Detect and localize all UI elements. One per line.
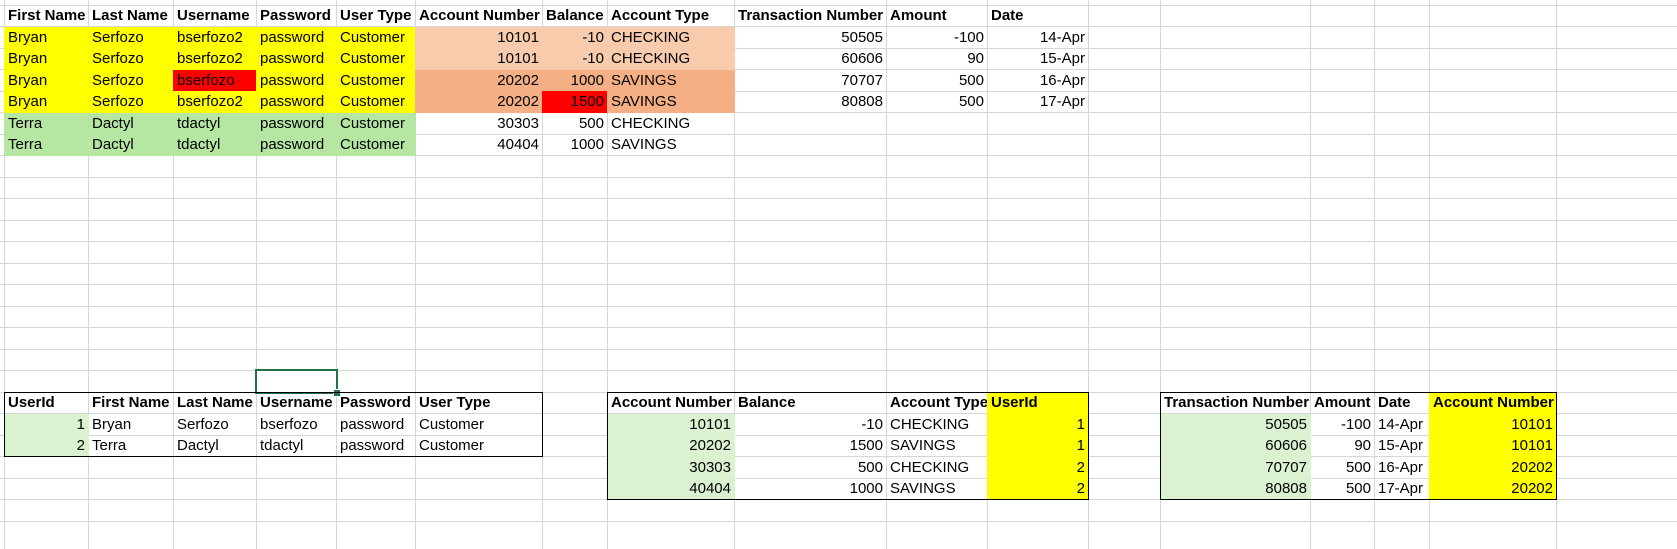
user-cell[interactable]: Serfozo <box>88 26 174 48</box>
users-table-border <box>4 391 543 457</box>
gridline-horizontal <box>0 370 1677 371</box>
account-cell[interactable]: SAVINGS <box>607 134 735 156</box>
gridline-horizontal <box>0 306 1677 307</box>
header-cell[interactable]: Date <box>987 5 1089 27</box>
selected-cell[interactable] <box>255 369 338 394</box>
header-cell[interactable]: Account Number <box>415 5 543 27</box>
user-cell[interactable]: password <box>256 26 337 48</box>
user-cell[interactable]: bserfozo2 <box>173 26 257 48</box>
transactions-table-border <box>1160 391 1557 500</box>
gridline-horizontal <box>0 263 1677 264</box>
user-cell[interactable]: Terra <box>4 134 89 156</box>
transaction-cell[interactable]: 80808 <box>734 91 887 113</box>
user-cell[interactable]: Bryan <box>4 48 89 70</box>
user-cell[interactable]: Customer <box>336 134 416 156</box>
user-cell[interactable]: Customer <box>336 48 416 70</box>
accounts-table-border <box>607 391 1089 500</box>
user-cell[interactable]: Customer <box>336 91 416 113</box>
header-cell[interactable]: Balance <box>542 5 608 27</box>
user-cell[interactable]: Bryan <box>4 69 89 91</box>
user-cell[interactable]: Terra <box>4 112 89 134</box>
account-cell[interactable]: 1000 <box>542 69 608 91</box>
account-cell[interactable]: -10 <box>542 26 608 48</box>
account-cell[interactable]: 20202 <box>415 91 543 113</box>
account-cell[interactable]: 20202 <box>415 69 543 91</box>
header-cell[interactable]: Password <box>256 5 337 27</box>
account-cell[interactable]: 10101 <box>415 48 543 70</box>
user-cell[interactable]: bserfozo2 <box>173 48 257 70</box>
user-cell[interactable]: password <box>256 134 337 156</box>
user-cell[interactable]: password <box>256 69 337 91</box>
user-cell[interactable]: password <box>256 48 337 70</box>
gridline-horizontal <box>0 284 1677 285</box>
transaction-cell[interactable]: 50505 <box>734 27 887 49</box>
header-cell[interactable]: Account Type <box>607 5 735 27</box>
transaction-cell[interactable]: 60606 <box>734 48 887 70</box>
gridline-horizontal <box>0 220 1677 221</box>
transaction-cell[interactable]: 70707 <box>734 70 887 92</box>
user-cell[interactable]: tdactyl <box>173 112 257 134</box>
header-cell[interactable]: Amount <box>886 5 988 27</box>
user-cell[interactable]: bserfozo <box>173 69 257 91</box>
user-cell[interactable]: password <box>256 91 337 113</box>
user-cell[interactable]: tdactyl <box>173 134 257 156</box>
gridline-horizontal <box>0 349 1677 350</box>
account-cell[interactable]: 30303 <box>415 113 543 135</box>
header-cell[interactable]: User Type <box>336 5 416 27</box>
account-cell[interactable]: CHECKING <box>607 26 735 48</box>
user-cell[interactable]: bserfozo2 <box>173 91 257 113</box>
user-cell[interactable]: Customer <box>336 26 416 48</box>
account-cell[interactable]: CHECKING <box>607 113 735 135</box>
user-cell[interactable]: Serfozo <box>88 91 174 113</box>
account-cell[interactable]: 500 <box>542 113 608 135</box>
gridline-horizontal <box>0 327 1677 328</box>
gridline-horizontal <box>0 198 1677 199</box>
gridline-horizontal <box>0 521 1677 522</box>
header-cell[interactable]: Last Name <box>88 5 174 27</box>
header-cell[interactable]: Username <box>173 5 257 27</box>
header-cell[interactable]: First Name <box>4 5 89 27</box>
transaction-cell[interactable]: 90 <box>886 48 988 70</box>
account-cell[interactable]: -10 <box>542 48 608 70</box>
transaction-cell[interactable]: 14-Apr <box>987 27 1089 49</box>
account-cell[interactable]: SAVINGS <box>607 69 735 91</box>
user-cell[interactable]: Bryan <box>4 26 89 48</box>
transaction-cell[interactable]: -100 <box>886 27 988 49</box>
user-cell[interactable]: Bryan <box>4 91 89 113</box>
gridline-horizontal <box>0 177 1677 178</box>
gridline-horizontal <box>0 241 1677 242</box>
account-cell[interactable]: 1000 <box>542 134 608 156</box>
transaction-cell[interactable]: 500 <box>886 70 988 92</box>
account-cell[interactable]: 1500 <box>542 91 608 113</box>
account-cell[interactable]: CHECKING <box>607 48 735 70</box>
user-cell[interactable]: Serfozo <box>88 48 174 70</box>
header-cell[interactable]: Transaction Number <box>734 5 887 27</box>
transaction-cell[interactable]: 16-Apr <box>987 70 1089 92</box>
transaction-cell[interactable]: 17-Apr <box>987 91 1089 113</box>
user-cell[interactable]: Serfozo <box>88 69 174 91</box>
user-cell[interactable]: Customer <box>336 69 416 91</box>
transaction-cell[interactable]: 500 <box>886 91 988 113</box>
spreadsheet-grid[interactable]: First Name Last Name Username Password User … <box>0 0 1677 549</box>
user-cell[interactable]: Dactyl <box>88 134 174 156</box>
account-cell[interactable]: SAVINGS <box>607 91 735 113</box>
user-cell[interactable]: password <box>256 112 337 134</box>
account-cell[interactable]: 40404 <box>415 134 543 156</box>
account-cell[interactable]: 10101 <box>415 26 543 48</box>
user-cell[interactable]: Customer <box>336 112 416 134</box>
transaction-cell[interactable]: 15-Apr <box>987 48 1089 70</box>
user-cell[interactable]: Dactyl <box>88 112 174 134</box>
